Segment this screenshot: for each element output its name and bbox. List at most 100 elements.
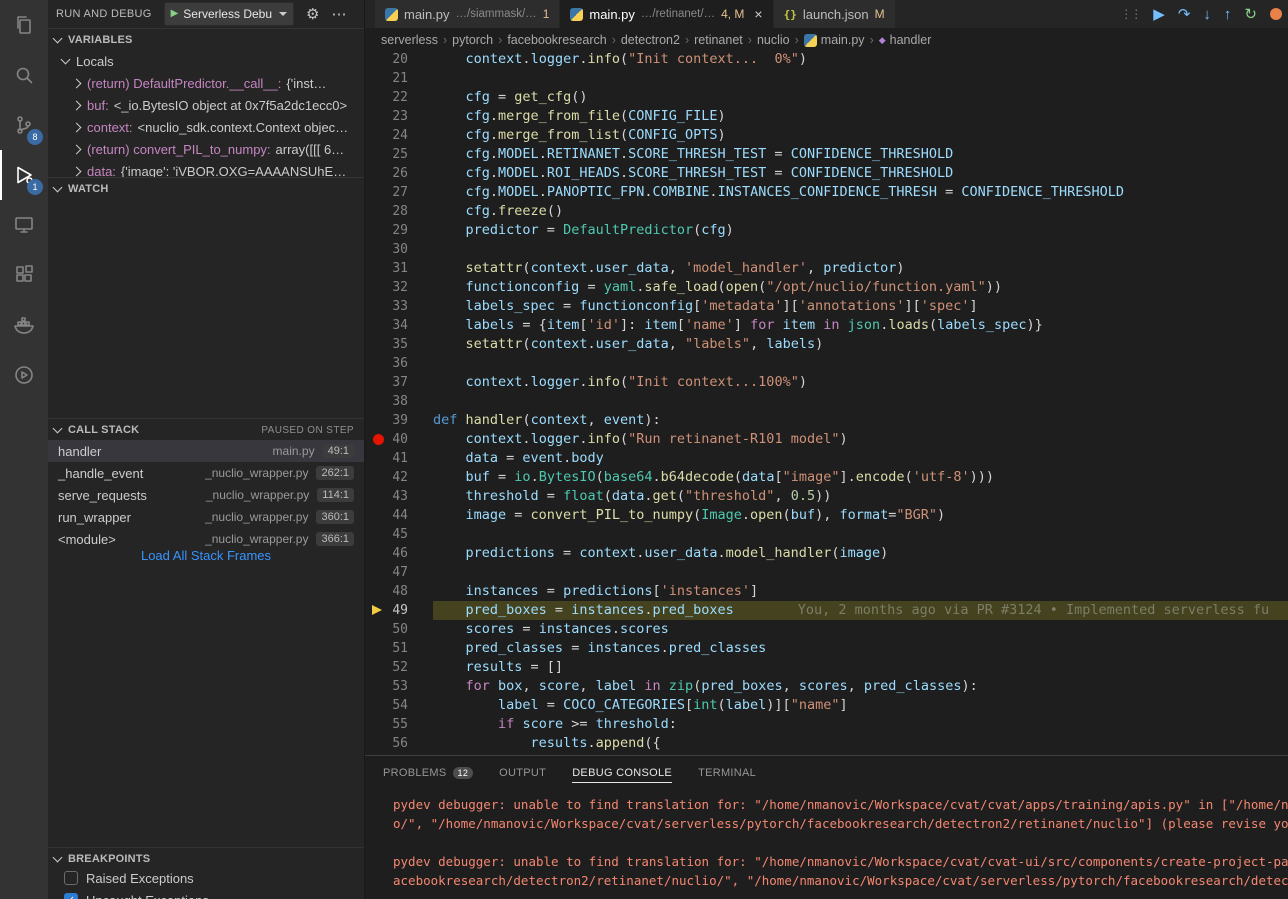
line-number[interactable]: 38 [392, 392, 408, 411]
code-line[interactable]: 36 [365, 354, 1288, 373]
docker-icon[interactable] [0, 300, 48, 350]
gutter[interactable]: 27 [365, 183, 433, 202]
line-number[interactable]: 48 [392, 582, 408, 601]
call-stack-section-header[interactable]: CALL STACK PAUSED ON STEP [48, 418, 364, 441]
close-icon[interactable]: × [754, 7, 762, 21]
code-line[interactable]: 22 cfg = get_cfg() [365, 88, 1288, 107]
code-line[interactable]: 23 cfg.merge_from_file(CONFIG_FILE) [365, 107, 1288, 126]
gutter[interactable]: 51 [365, 639, 433, 658]
breakpoint-dot[interactable] [373, 434, 384, 445]
line-number[interactable]: 49 [392, 601, 408, 620]
gutter[interactable]: 37 [365, 373, 433, 392]
gear-icon[interactable]: ⚙ [306, 7, 319, 22]
editor-tab[interactable]: main.py…/retinanet/…4, M× [560, 0, 773, 28]
start-debug-icon[interactable]: ▶ [171, 9, 179, 19]
line-number[interactable]: 36 [392, 354, 408, 373]
code-line[interactable]: 38 [365, 392, 1288, 411]
code-line[interactable]: 53 for box, score, label in zip(pred_box… [365, 677, 1288, 696]
code-line-text[interactable]: def handler(context, event): [433, 411, 1288, 430]
step-over-button[interactable]: ↷ [1178, 7, 1191, 22]
code-line[interactable]: 30 [365, 240, 1288, 259]
code-line-text[interactable]: instances = predictions['instances'] [433, 582, 1288, 601]
breadcrumb-item[interactable]: main.py [804, 33, 865, 47]
load-all-stack-frames-link[interactable]: Load All Stack Frames [48, 548, 364, 563]
gutter[interactable]: 26 [365, 164, 433, 183]
source-control-icon[interactable]: 8 [0, 100, 48, 150]
gutter[interactable]: 22 [365, 88, 433, 107]
gutter[interactable]: 47 [365, 563, 433, 582]
gutter[interactable]: 52 [365, 658, 433, 677]
code-line-text[interactable]: context.logger.info("Init context... 0%"… [433, 50, 1288, 69]
call-stack-frame[interactable]: <module>_nuclio_wrapper.py366:1 [48, 528, 364, 550]
step-out-button[interactable]: ↑ [1224, 7, 1232, 22]
line-number[interactable]: 37 [392, 373, 408, 392]
line-number[interactable]: 35 [392, 335, 408, 354]
breadcrumb-item[interactable]: serverless [381, 33, 438, 47]
variable-row[interactable]: data:{'image': 'iVBOR.OXG=AAAANSUhE… [48, 160, 364, 177]
gutter[interactable]: 42 [365, 468, 433, 487]
gutter[interactable]: 30 [365, 240, 433, 259]
code-line[interactable]: 28 cfg.freeze() [365, 202, 1288, 221]
line-number[interactable]: 21 [392, 69, 408, 88]
code-line-text[interactable]: image = convert_PIL_to_numpy(Image.open(… [433, 506, 1288, 525]
remote-explorer-icon[interactable] [0, 200, 48, 250]
code-line-text[interactable]: labels_spec = functionconfig['metadata']… [433, 297, 1288, 316]
code-line-text[interactable]: cfg.MODEL.RETINANET.SCORE_THRESH_TEST = … [433, 145, 1288, 164]
line-number[interactable]: 46 [392, 544, 408, 563]
code-line[interactable]: 27 cfg.MODEL.PANOPTIC_FPN.COMBINE.INSTAN… [365, 183, 1288, 202]
explorer-icon[interactable] [0, 0, 48, 50]
code-line[interactable]: 25 cfg.MODEL.RETINANET.SCORE_THRESH_TEST… [365, 145, 1288, 164]
call-stack-frame[interactable]: _handle_event_nuclio_wrapper.py262:1 [48, 462, 364, 484]
variable-row[interactable]: context:<nuclio_sdk.context.Context obje… [48, 116, 364, 138]
panel-tab-terminal[interactable]: TERMINAL [698, 756, 756, 790]
code-line-text[interactable] [433, 240, 1288, 259]
code-line-text[interactable] [433, 525, 1288, 544]
line-number[interactable]: 29 [392, 221, 408, 240]
breakpoint-row[interactable]: Raised Exceptions [48, 867, 364, 889]
line-number[interactable]: 23 [392, 107, 408, 126]
breadcrumb-item[interactable]: nuclio [757, 33, 790, 47]
gutter[interactable]: 38 [365, 392, 433, 411]
gutter[interactable]: 48 [365, 582, 433, 601]
code-line-text[interactable]: labels = {item['id']: item['name'] for i… [433, 316, 1288, 335]
code-line-text[interactable]: context.logger.info("Run retinanet-R101 … [433, 430, 1288, 449]
code-line[interactable]: 48 instances = predictions['instances'] [365, 582, 1288, 601]
code-line-text[interactable] [433, 354, 1288, 373]
breadcrumb-item[interactable]: retinanet [694, 33, 743, 47]
line-number[interactable]: 54 [392, 696, 408, 715]
line-number[interactable]: 24 [392, 126, 408, 145]
code-line-text[interactable]: functionconfig = yaml.safe_load(open("/o… [433, 278, 1288, 297]
code-line-text[interactable]: results = [] [433, 658, 1288, 677]
code-line-text[interactable]: data = event.body [433, 449, 1288, 468]
code-line[interactable]: 34 labels = {item['id']: item['name'] fo… [365, 316, 1288, 335]
extensions-icon[interactable] [0, 250, 48, 300]
line-number[interactable]: 55 [392, 715, 408, 734]
gutter[interactable]: 29 [365, 221, 433, 240]
line-number[interactable]: 27 [392, 183, 408, 202]
code-line[interactable]: 51 pred_classes = instances.pred_classes [365, 639, 1288, 658]
gutter[interactable]: 31 [365, 259, 433, 278]
gutter[interactable]: 50 [365, 620, 433, 639]
variable-row[interactable]: buf:<_io.BytesIO object at 0x7f5a2dc1ecc… [48, 94, 364, 116]
panel-tab-debug-console[interactable]: DEBUG CONSOLE [572, 756, 672, 790]
gutter[interactable]: 49 [365, 601, 433, 620]
gutter[interactable]: 23 [365, 107, 433, 126]
code-line[interactable]: 37 context.logger.info("Init context...1… [365, 373, 1288, 392]
line-number[interactable]: 40 [392, 430, 408, 449]
code-line[interactable]: 49 pred_boxes = instances.pred_boxesYou,… [365, 601, 1288, 620]
code-line-text[interactable]: cfg.freeze() [433, 202, 1288, 221]
code-line-text[interactable]: pred_boxes = instances.pred_boxesYou, 2 … [433, 601, 1288, 620]
code-line-text[interactable]: cfg.MODEL.PANOPTIC_FPN.COMBINE.INSTANCES… [433, 183, 1288, 202]
code-line-text[interactable]: predictor = DefaultPredictor(cfg) [433, 221, 1288, 240]
line-number[interactable]: 45 [392, 525, 408, 544]
continue-button[interactable]: ▶ [1153, 7, 1165, 22]
line-number[interactable]: 51 [392, 639, 408, 658]
line-number[interactable]: 33 [392, 297, 408, 316]
code-line-text[interactable] [433, 69, 1288, 88]
line-number[interactable]: 43 [392, 487, 408, 506]
search-icon[interactable] [0, 50, 48, 100]
variables-section-header[interactable]: VARIABLES [48, 28, 364, 51]
line-number[interactable]: 56 [392, 734, 408, 753]
line-number[interactable]: 41 [392, 449, 408, 468]
gutter[interactable]: 34 [365, 316, 433, 335]
